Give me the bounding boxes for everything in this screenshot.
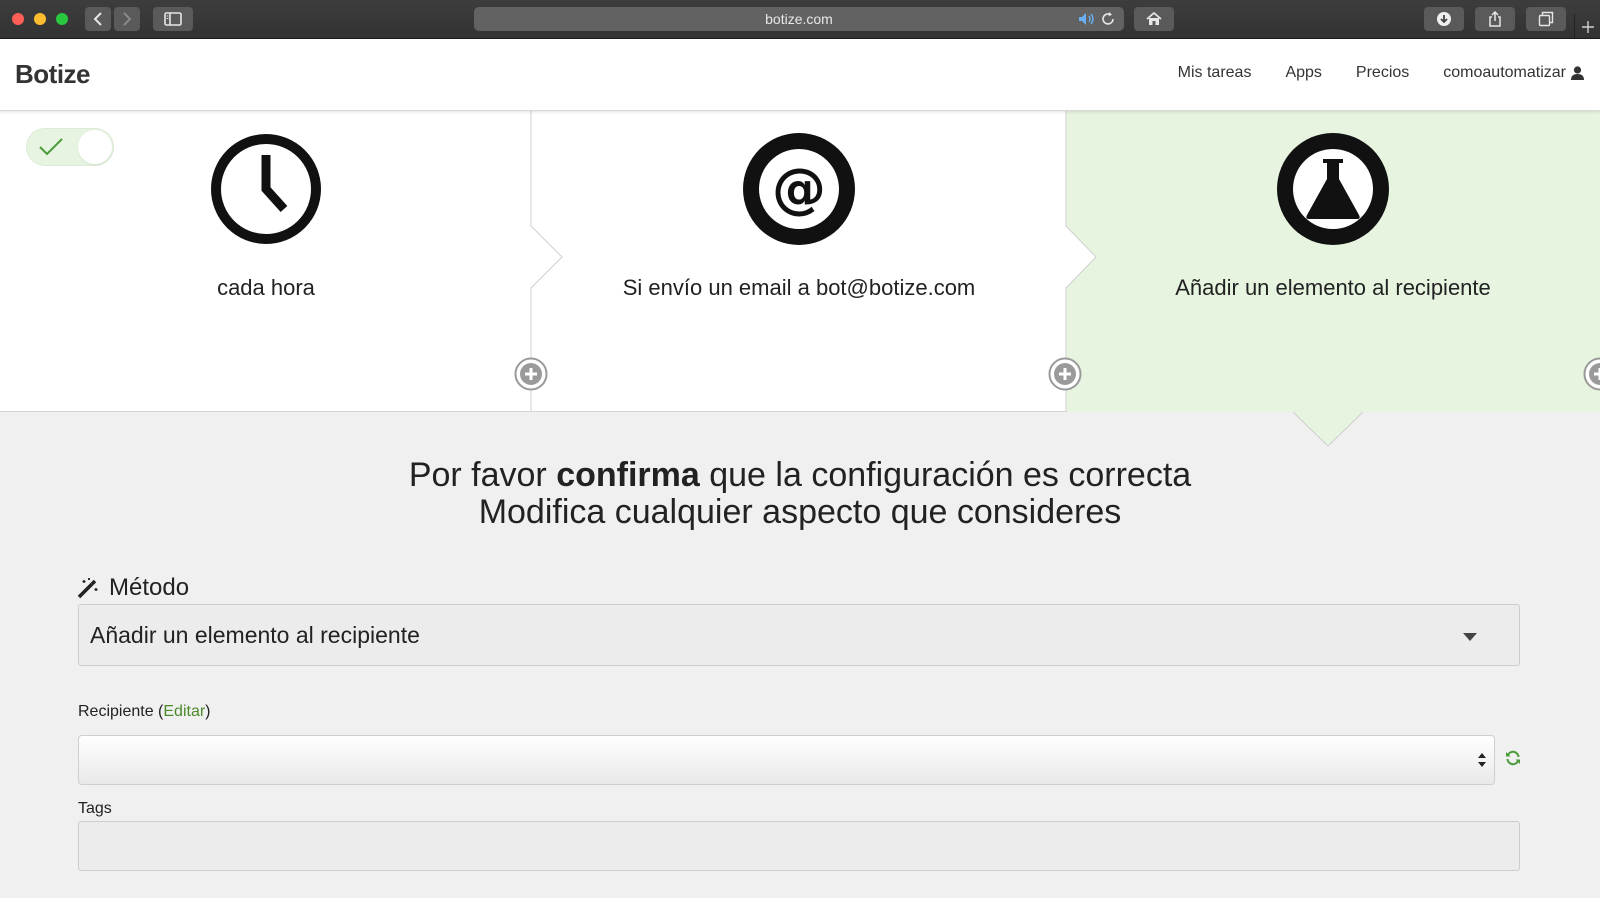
recipiente-select[interactable]: [78, 735, 1495, 785]
nav-link-mis-tareas[interactable]: Mis tareas: [1178, 64, 1252, 82]
clock-icon: [211, 134, 321, 244]
site-header: Botize Mis tareas Apps Precios comoautom…: [0, 39, 1600, 111]
download-button[interactable]: [1424, 7, 1464, 31]
add-step-button[interactable]: [1048, 357, 1082, 391]
active-step-pointer: [1293, 411, 1363, 447]
toggle-knob: [78, 130, 112, 164]
add-step-button[interactable]: [1583, 357, 1600, 391]
recipiente-label: Recipiente (Editar): [78, 703, 211, 720]
address-bar[interactable]: botize.com: [474, 7, 1124, 31]
share-button[interactable]: [1475, 7, 1515, 31]
check-icon: [39, 138, 63, 156]
step-label: cada hora: [217, 275, 315, 300]
close-window-button[interactable]: [12, 13, 24, 25]
browser-toolbar: botize.com: [0, 0, 1600, 39]
tabs-overview-button[interactable]: [1526, 7, 1566, 31]
download-icon: [1437, 12, 1451, 26]
flask-icon: [1277, 133, 1389, 245]
zoom-window-button[interactable]: [56, 13, 68, 25]
user-icon: [1571, 66, 1584, 80]
minimize-window-button[interactable]: [34, 13, 46, 25]
sidebar-icon: [164, 12, 182, 26]
confirmation-heading: Por favor confirma que la configuración …: [0, 457, 1600, 531]
forward-button[interactable]: [114, 7, 140, 31]
task-enabled-toggle[interactable]: [26, 128, 114, 166]
home-icon: [1146, 11, 1162, 25]
main-nav: Mis tareas Apps Precios comoautomatizar: [1144, 64, 1584, 82]
nav-link-apps[interactable]: Apps: [1285, 64, 1321, 82]
step-condition[interactable]: @ Si envío un email a bot@botize.com: [532, 111, 1066, 412]
back-icon: [93, 12, 102, 26]
add-step-button[interactable]: [514, 357, 548, 391]
tabs-icon: [1538, 11, 1554, 27]
sidebar-button[interactable]: [153, 7, 193, 31]
speaker-icon[interactable]: [1078, 12, 1096, 26]
nav-link-account[interactable]: comoautomatizar: [1443, 64, 1584, 82]
tags-input[interactable]: [78, 821, 1520, 871]
tags-label: Tags: [78, 800, 112, 817]
reload-icon[interactable]: [1100, 11, 1116, 27]
heading-line-1: Por favor confirma que la configuración …: [408, 456, 1192, 494]
brand-logo[interactable]: Botize: [15, 59, 91, 90]
url-text: botize.com: [765, 11, 833, 27]
forward-icon: [123, 12, 132, 26]
metodo-label: Método: [77, 574, 189, 602]
heading-line-2: Modifica cualquier aspecto que considere…: [478, 493, 1122, 531]
chevron-down-icon: [1463, 633, 1477, 641]
plus-icon: [1581, 20, 1594, 33]
step-label: Añadir un elemento al recipiente: [1175, 275, 1491, 300]
select-arrows-icon: [1478, 753, 1486, 767]
edit-recipiente-link[interactable]: Editar: [163, 703, 205, 720]
back-button[interactable]: [85, 7, 111, 31]
nav-link-precios[interactable]: Precios: [1356, 64, 1409, 82]
magic-wand-icon: [77, 578, 98, 599]
new-tab-button[interactable]: [1574, 14, 1600, 39]
home-button[interactable]: [1134, 7, 1174, 31]
refresh-icon[interactable]: [1505, 750, 1521, 766]
metodo-value: Añadir un elemento al recipiente: [90, 622, 420, 648]
svg-text:@: @: [772, 157, 826, 220]
workflow-steps: cada hora @ Si envío un email a bot@boti…: [0, 111, 1600, 412]
step-action[interactable]: Añadir un elemento al recipiente: [1066, 111, 1600, 412]
account-username: comoautomatizar: [1443, 64, 1566, 81]
share-icon: [1489, 11, 1501, 27]
step-label: Si envío un email a bot@botize.com: [622, 275, 976, 300]
at-icon: @: [743, 133, 855, 245]
metodo-select[interactable]: Añadir un elemento al recipiente: [78, 604, 1520, 666]
